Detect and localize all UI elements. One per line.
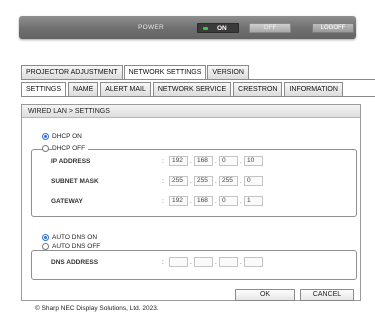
wired-lan-settings-panel: WIRED LAN > SETTINGS DHCP ON DHCP OFF IP…: [21, 104, 361, 301]
subnet-colon: :: [162, 178, 164, 185]
subnet-octet-3[interactable]: 255: [219, 176, 238, 186]
gateway-dot-1: .: [190, 198, 192, 205]
power-indicator-icon: [203, 27, 208, 30]
sub-tabs: SETTINGS NAME ALERT MAIL NETWORK SERVICE…: [21, 82, 345, 97]
dns-octet-2[interactable]: [194, 257, 213, 267]
copyright-text: © Sharp NEC Display Solutions, Ltd. 2023…: [35, 305, 159, 312]
dns-dot-1: .: [190, 259, 192, 266]
dhcp-off-label: DHCP OFF: [52, 145, 89, 152]
gateway-octet-3[interactable]: 0: [219, 196, 238, 206]
auto-dns-off-label: AUTO DNS OFF: [52, 243, 104, 250]
gateway-dot-2: .: [215, 198, 217, 205]
auto-dns-on-label: AUTO DNS ON: [52, 234, 98, 241]
dns-octet-3[interactable]: [219, 257, 238, 267]
auto-dns-off-radio[interactable]: [42, 243, 49, 250]
tab-network-settings[interactable]: NETWORK SETTINGS: [123, 65, 207, 80]
dhcp-off-radio[interactable]: [42, 145, 49, 152]
tab-projector-adjustment[interactable]: PROJECTOR ADJUSTMENT: [21, 65, 123, 79]
tab-name[interactable]: NAME: [68, 82, 99, 96]
subnet-dot-3: .: [240, 178, 242, 185]
power-off-button[interactable]: OFF: [249, 23, 291, 33]
subnet-octet-2[interactable]: 255: [194, 176, 213, 186]
logoff-button[interactable]: LOGOFF: [312, 23, 354, 33]
ip-dot-1: .: [190, 158, 192, 165]
tab-information[interactable]: INFORMATION: [284, 82, 343, 96]
subnet-octet-1[interactable]: 255: [169, 176, 188, 186]
gateway-dot-3: .: [240, 198, 242, 205]
power-label: POWER: [138, 24, 165, 31]
tab-version[interactable]: VERSION: [207, 65, 249, 79]
gateway-colon: :: [162, 198, 164, 205]
subnet-mask-label: SUBNET MASK: [51, 178, 99, 185]
ip-octet-1[interactable]: 192: [169, 156, 188, 166]
dns-dot-2: .: [215, 259, 217, 266]
gateway-octet-2[interactable]: 168: [194, 196, 213, 206]
dns-dot-3: .: [240, 259, 242, 266]
power-on-label: ON: [217, 25, 227, 32]
ip-address-label: IP ADDRESS: [51, 158, 91, 165]
tab-settings[interactable]: SETTINGS: [21, 82, 67, 97]
panel-title: WIRED LAN > SETTINGS: [22, 105, 360, 118]
gateway-label: GATEWAY: [51, 198, 83, 205]
main-tabs: PROJECTOR ADJUSTMENT NETWORK SETTINGS VE…: [21, 65, 250, 80]
subnet-octet-4[interactable]: 0: [244, 176, 263, 186]
ip-octet-4[interactable]: 10: [244, 156, 263, 166]
main-tabs-divider: [21, 79, 375, 80]
subnet-dot-1: .: [190, 178, 192, 185]
ip-octet-2[interactable]: 168: [194, 156, 213, 166]
dns-address-label: DNS ADDRESS: [51, 259, 99, 266]
tab-network-service[interactable]: NETWORK SERVICE: [152, 82, 232, 96]
ip-dot-3: .: [240, 158, 242, 165]
power-bar: POWER ON OFF LOGOFF: [19, 16, 356, 39]
dns-octet-4[interactable]: [244, 257, 263, 267]
power-on-button[interactable]: ON: [197, 23, 239, 33]
cancel-button[interactable]: CANCEL: [300, 289, 354, 301]
tab-crestron[interactable]: CRESTRON: [233, 82, 283, 96]
sub-tabs-divider: [21, 96, 375, 97]
gateway-octet-4[interactable]: 1: [244, 196, 263, 206]
dns-octet-1[interactable]: [169, 257, 188, 267]
tab-alert-mail[interactable]: ALERT MAIL: [100, 82, 151, 96]
dhcp-on-label: DHCP ON: [52, 133, 82, 140]
ip-octet-3[interactable]: 0: [219, 156, 238, 166]
dns-colon: :: [162, 259, 164, 266]
ip-dot-2: .: [215, 158, 217, 165]
ok-button[interactable]: OK: [235, 289, 295, 301]
dhcp-on-radio[interactable]: [42, 133, 49, 140]
ip-address-colon: :: [162, 158, 164, 165]
subnet-dot-2: .: [215, 178, 217, 185]
auto-dns-on-radio[interactable]: [42, 234, 49, 241]
gateway-octet-1[interactable]: 192: [169, 196, 188, 206]
